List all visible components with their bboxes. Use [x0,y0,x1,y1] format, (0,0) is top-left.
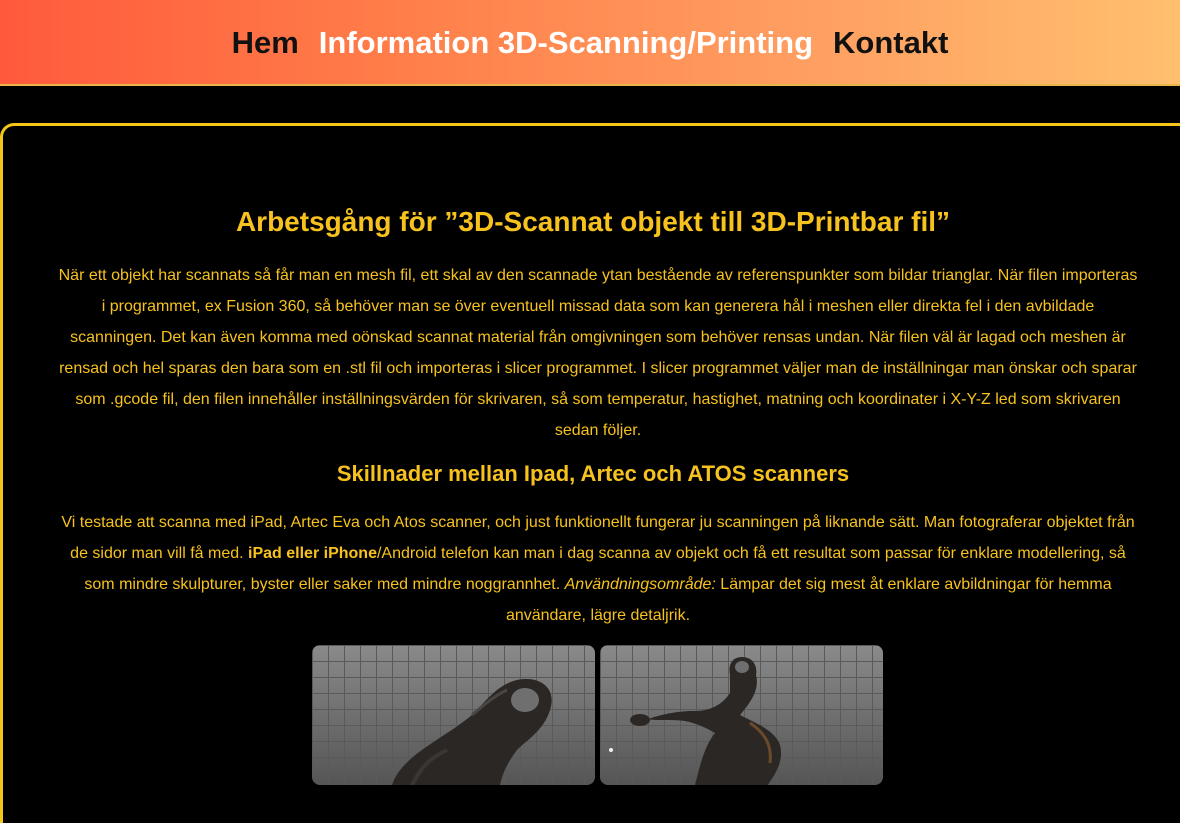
scanned-part-right-graphic [609,657,782,785]
scanners-paragraph: Vi testade att scanna med iPad, Artec Ev… [58,507,1138,631]
nav-link-contact[interactable]: Kontakt [823,27,958,58]
scanners-heading: Skillnader mellan Ipad, Artec och ATOS s… [336,461,850,486]
scanners-usage-label: Användningsområde: [564,576,716,593]
intro-paragraph: När ett objekt har scannats så får man e… [58,267,1138,439]
scanned-part-left-graphic [392,679,552,785]
nav-link-information[interactable]: Information 3D-Scanning/Printing [309,27,823,58]
nav-link-home[interactable]: Hem [222,27,309,58]
content-card: Arbetsgång för ”3D-Scannat objekt till 3… [0,123,1180,823]
scanners-bold-device: iPad eller iPhone [248,545,377,562]
scan-image-left[interactable] [312,645,595,785]
scan-gallery [312,645,884,785]
page-title: Arbetsgång för ”3D-Scannat objekt till 3… [235,206,951,237]
top-navigation: Hem Information 3D-Scanning/Printing Kon… [0,0,1180,86]
scan-image-right[interactable] [600,645,883,785]
